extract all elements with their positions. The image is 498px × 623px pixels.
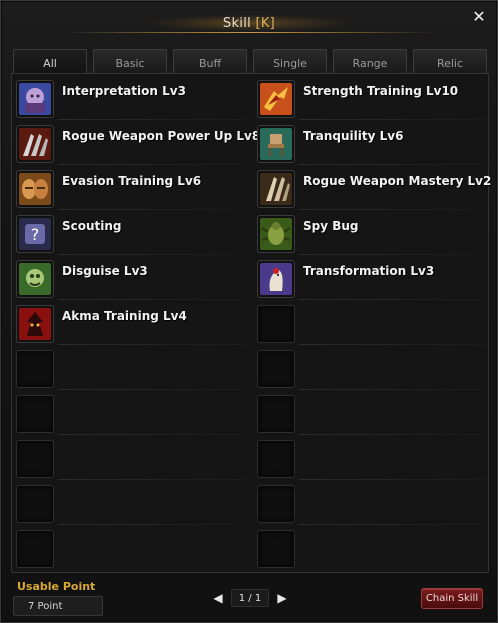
prev-page-icon[interactable]: ◀ — [211, 590, 225, 606]
tranquility-icon[interactable] — [257, 125, 295, 163]
rogue-weapon-power-icon[interactable] — [16, 125, 54, 163]
skill-name: Spy Bug — [303, 219, 359, 233]
row-divider — [299, 119, 489, 120]
usable-point-label: Usable Point — [17, 580, 96, 593]
spy-bug-icon[interactable] — [257, 215, 295, 253]
skill-window: Skill [K] ✕ All Basic Buff Single Range … — [0, 0, 498, 623]
empty-skill-slot[interactable] — [257, 440, 497, 480]
empty-slot-box[interactable] — [16, 350, 54, 388]
skill-name: Rogue Weapon Mastery Lv2 — [303, 174, 492, 188]
row-divider — [299, 434, 489, 435]
row-divider — [299, 344, 489, 345]
empty-skill-slot[interactable] — [257, 485, 497, 525]
skill-slot[interactable]: Spy Bug — [257, 215, 497, 255]
title-divider — [61, 32, 437, 33]
skill-slot[interactable]: Akma Training Lv4 — [16, 305, 256, 345]
skill-name: Tranquility Lv6 — [303, 129, 404, 143]
skill-slot[interactable]: Interpretation Lv3 — [16, 80, 256, 120]
skill-name: Transformation Lv3 — [303, 264, 435, 278]
svg-text:?: ? — [31, 225, 40, 244]
empty-skill-slot[interactable] — [257, 305, 497, 345]
row-divider — [58, 389, 248, 390]
empty-skill-slot[interactable] — [16, 395, 256, 435]
empty-skill-slot[interactable] — [257, 350, 497, 390]
skill-name: Rogue Weapon Power Up Lv8 — [62, 129, 261, 143]
title-bar[interactable]: Skill [K] ✕ — [1, 1, 497, 41]
interpretation-icon[interactable] — [16, 80, 54, 118]
page-indicator: 1 / 1 — [231, 589, 269, 607]
skill-tabs: All Basic Buff Single Range Relic — [13, 49, 489, 73]
tab-all[interactable]: All — [13, 49, 87, 73]
empty-skill-slot[interactable] — [16, 350, 256, 390]
skill-slot[interactable]: Transformation Lv3 — [257, 260, 497, 300]
skill-name: Interpretation Lv3 — [62, 84, 186, 98]
window-title: Skill [K] — [1, 16, 497, 31]
tab-buff[interactable]: Buff — [173, 49, 247, 73]
row-divider — [299, 479, 489, 480]
skill-list-panel: Interpretation Lv3 Rogue Weapon Power Up… — [11, 73, 491, 573]
disguise-icon[interactable] — [16, 260, 54, 298]
row-divider — [58, 254, 248, 255]
empty-skill-slot[interactable] — [16, 485, 256, 525]
transformation-icon[interactable] — [257, 260, 295, 298]
row-divider — [299, 209, 489, 210]
skill-slot[interactable]: Rogue Weapon Mastery Lv2 — [257, 170, 497, 210]
row-divider — [58, 524, 248, 525]
row-divider — [58, 479, 248, 480]
empty-slot-box[interactable] — [16, 395, 54, 433]
row-divider — [299, 389, 489, 390]
window-title-text: Skill — [222, 16, 252, 31]
empty-skill-slot[interactable] — [16, 530, 256, 570]
row-divider — [299, 254, 489, 255]
row-divider — [58, 209, 248, 210]
empty-skill-slot[interactable] — [257, 395, 497, 435]
empty-slot-box[interactable] — [257, 395, 295, 433]
row-divider — [299, 299, 489, 300]
empty-skill-slot[interactable] — [257, 530, 497, 570]
empty-slot-box[interactable] — [16, 440, 54, 478]
row-divider — [58, 164, 248, 165]
empty-slot-box[interactable] — [257, 485, 295, 523]
empty-slot-box[interactable] — [257, 530, 295, 568]
row-divider — [58, 299, 248, 300]
skill-slot[interactable]: ? Scouting — [16, 215, 256, 255]
empty-slot-box[interactable] — [257, 350, 295, 388]
skill-slot[interactable]: Tranquility Lv6 — [257, 125, 497, 165]
skill-name: Scouting — [62, 219, 122, 233]
skill-slot[interactable]: Rogue Weapon Power Up Lv8 — [16, 125, 260, 165]
chain-skill-button[interactable]: Chain Skill — [421, 588, 483, 609]
row-divider — [299, 164, 489, 165]
skill-name: Strength Training Lv10 — [303, 84, 459, 98]
empty-slot-box[interactable] — [257, 440, 295, 478]
tab-basic[interactable]: Basic — [93, 49, 167, 73]
empty-slot-box[interactable] — [257, 305, 295, 343]
window-hotkey: [K] — [255, 16, 276, 31]
empty-skill-slot[interactable] — [16, 440, 256, 480]
row-divider — [58, 119, 248, 120]
row-divider — [58, 434, 248, 435]
row-divider — [299, 524, 489, 525]
strength-training-icon[interactable] — [257, 80, 295, 118]
usable-point-value: 7 Point — [13, 596, 103, 616]
skill-slot[interactable]: Evasion Training Lv6 — [16, 170, 256, 210]
tab-relic[interactable]: Relic — [413, 49, 487, 73]
skill-slot[interactable]: Strength Training Lv10 — [257, 80, 497, 120]
rogue-weapon-mastery-icon[interactable] — [257, 170, 295, 208]
tab-single[interactable]: Single — [253, 49, 327, 73]
skill-name: Disguise Lv3 — [62, 264, 148, 278]
close-icon[interactable]: ✕ — [471, 9, 487, 25]
akma-training-icon[interactable] — [16, 305, 54, 343]
evasion-training-icon[interactable] — [16, 170, 54, 208]
next-page-icon[interactable]: ▶ — [275, 590, 289, 606]
row-divider — [58, 344, 248, 345]
skill-name: Evasion Training Lv6 — [62, 174, 202, 188]
skill-slot[interactable]: Disguise Lv3 — [16, 260, 256, 300]
tab-range[interactable]: Range — [333, 49, 407, 73]
skill-name: Akma Training Lv4 — [62, 309, 187, 323]
empty-slot-box[interactable] — [16, 485, 54, 523]
scouting-icon[interactable]: ? — [16, 215, 54, 253]
empty-slot-box[interactable] — [16, 530, 54, 568]
